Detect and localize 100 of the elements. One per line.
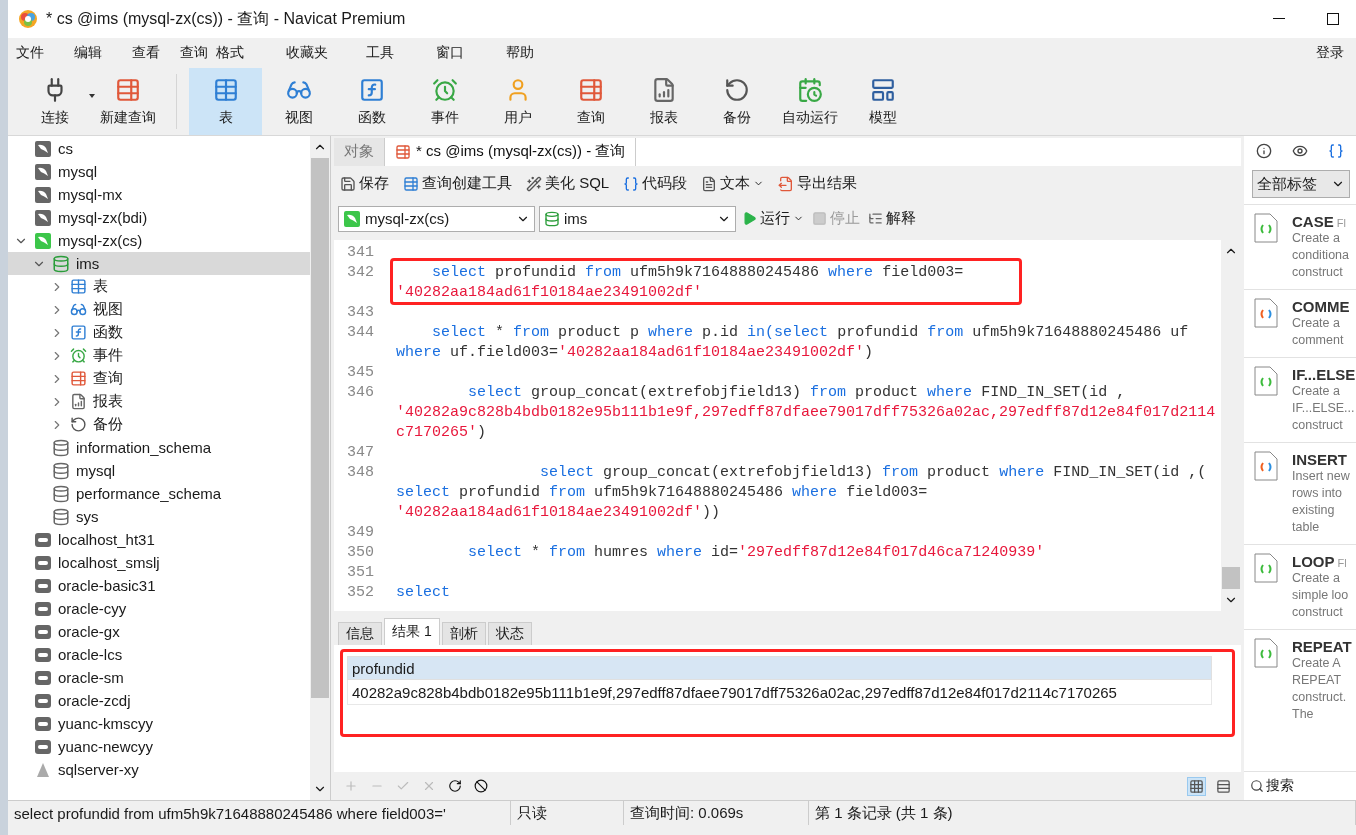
scroll-thumb[interactable] <box>1222 567 1240 590</box>
menu-item[interactable]: 文件 <box>16 44 44 62</box>
result-tab[interactable]: 状态 <box>487 622 532 646</box>
tree-item[interactable]: mysql-mx <box>8 183 310 206</box>
editor-toolbar-button[interactable]: 代码段 <box>621 172 690 196</box>
toolbar-button[interactable]: 事件 <box>408 68 481 135</box>
maximize-button[interactable] <box>1327 13 1339 25</box>
minimize-button[interactable] <box>1273 18 1285 20</box>
menu-item[interactable]: 帮助 <box>506 44 534 62</box>
result-tab[interactable]: 剖析 <box>441 622 486 646</box>
grid-action-button[interactable] <box>472 777 490 795</box>
snippet-item[interactable]: INSERT Insert new rows into existing table <box>1244 442 1356 544</box>
menu-item[interactable]: 查看 <box>132 44 160 62</box>
line-number: 346 <box>346 382 374 403</box>
tree-item[interactable]: oracle-zcdj <box>8 689 310 712</box>
menu-item[interactable]: 窗口 <box>436 44 464 62</box>
tree-item[interactable]: cs <box>8 137 310 160</box>
editor-toolbar-button[interactable]: 导出结果 <box>776 172 860 196</box>
tree-item[interactable]: 事件 <box>8 344 310 367</box>
toolbar-button[interactable]: 函数 <box>335 68 408 135</box>
run-control[interactable]: 运行 <box>740 207 806 231</box>
result-tab[interactable]: 信息 <box>338 622 382 646</box>
tree-item[interactable]: localhost_smslj <box>8 551 310 574</box>
tree-item[interactable]: oracle-basic31 <box>8 574 310 597</box>
database-connection-icon <box>343 209 361 228</box>
snippet-item[interactable]: IF...ELSE Create a IF...ELSE... construct <box>1244 357 1356 442</box>
tree-item[interactable]: mysql <box>8 459 310 482</box>
view-mode-button[interactable] <box>1187 776 1206 796</box>
tree-item[interactable]: sqlserver-xy <box>8 758 310 781</box>
query-icon <box>395 143 411 160</box>
line-number: 341 <box>346 242 374 263</box>
menu-item[interactable]: 编辑 <box>74 44 102 62</box>
result-tab[interactable]: 结果 1 <box>384 618 440 646</box>
snippet-tag: Fl <box>1337 557 1347 569</box>
toolbar-button[interactable]: 查询 <box>554 68 627 135</box>
snippet-item[interactable]: LOOP Fl Create a simple loo construct <box>1244 544 1356 629</box>
editor-toolbar-button[interactable]: 保存 <box>338 172 391 196</box>
tree-item[interactable]: ims <box>8 252 310 275</box>
tree-item[interactable]: mysql-zx(cs) <box>8 229 310 252</box>
toolbar-button[interactable]: 模型 <box>846 68 919 135</box>
snippet-item[interactable]: CASE Fl Create a conditiona construct <box>1244 204 1356 289</box>
table-cell: 40282a9c828b4bdb0182e95b111b1e9f,297edff87dfaee79017dff75326a02ac,297edff87d12e84f017d2114c7170265 <box>347 680 1212 706</box>
table-icon <box>212 76 239 103</box>
line-number: 350 <box>346 542 374 563</box>
toolbar-button[interactable]: 表 <box>189 68 262 135</box>
toolbar-button[interactable]: 用户 <box>481 68 554 135</box>
menu-item[interactable]: 格式 <box>216 44 244 62</box>
code-line: where uf.field003='40282aa184ad61f10184ae23491002df') <box>396 342 875 363</box>
tag-filter-select[interactable]: 全部标签 <box>1252 170 1350 198</box>
tree-item[interactable]: 查询 <box>8 367 310 390</box>
scrollbar[interactable] <box>310 136 330 800</box>
editor-toolbar-button[interactable]: 文本 <box>699 172 767 196</box>
toolbar-button[interactable]: 新建查询 <box>91 68 164 135</box>
tree-item[interactable]: yuanc-newcyy <box>8 735 310 758</box>
tree-item[interactable]: sys <box>8 505 310 528</box>
menu-item[interactable]: 查询 <box>180 44 208 62</box>
connection-select[interactable]: mysql-zx(cs) <box>338 205 535 232</box>
menu-item[interactable]: 工具 <box>366 44 394 62</box>
snippet-description: rows into <box>1292 485 1344 502</box>
login-link[interactable]: 登录 <box>1316 44 1344 62</box>
panel-tab[interactable] <box>1254 141 1274 161</box>
tree-item[interactable]: oracle-sm <box>8 666 310 689</box>
snippet-description: Create a <box>1292 383 1341 400</box>
snippet-item[interactable]: COMME Create a comment <box>1244 289 1356 357</box>
toolbar-button[interactable]: 自动运行 <box>773 68 846 135</box>
toolbar-button[interactable]: 报表 <box>627 68 700 135</box>
tree-item[interactable]: mysql-zx(bdi) <box>8 206 310 229</box>
snippet-description: existing <box>1292 502 1336 519</box>
query-icon <box>70 370 87 387</box>
editor-tab[interactable]: * cs @ims (mysql-zx(cs)) - 查询 <box>385 137 637 166</box>
tree-item[interactable]: 视图 <box>8 298 310 321</box>
snippet-item[interactable]: REPEAT Create A REPEAT construct. The <box>1244 629 1356 731</box>
snippet-description: conditiona <box>1292 247 1349 264</box>
tree-item[interactable]: 报表 <box>8 390 310 413</box>
tree-item[interactable]: localhost_ht31 <box>8 528 310 551</box>
toolbar-button[interactable]: 视图 <box>262 68 335 135</box>
stop-icon <box>812 211 827 227</box>
tree-item[interactable]: performance_schema <box>8 482 310 505</box>
tree-item[interactable]: information_schema <box>8 436 310 459</box>
tree-item[interactable]: mysql <box>8 160 310 183</box>
editor-toolbar-button[interactable]: 查询创建工具 <box>401 172 514 196</box>
tree-item[interactable]: 函数 <box>8 321 310 344</box>
tree-item[interactable]: 备份 <box>8 413 310 436</box>
editor-tab[interactable]: 对象 <box>334 137 385 166</box>
tree-item[interactable]: oracle-lcs <box>8 643 310 666</box>
scroll-thumb[interactable] <box>311 158 329 698</box>
tree-item[interactable]: oracle-cyy <box>8 597 310 620</box>
grid-action-button[interactable] <box>446 777 464 795</box>
editor-toolbar-button[interactable]: 美化 SQL <box>524 172 612 196</box>
column-header[interactable]: profundid <box>347 656 1212 681</box>
tree-item[interactable]: yuanc-kmscyy <box>8 712 310 735</box>
tree-item[interactable]: oracle-gx <box>8 620 310 643</box>
toolbar-button[interactable]: 备份 <box>700 68 773 135</box>
query-icon <box>577 76 604 103</box>
menu-item[interactable]: 收藏夹 <box>286 44 328 62</box>
run-control[interactable]: 解释 <box>866 207 918 231</box>
tree-item[interactable]: 表 <box>8 275 310 298</box>
snippet-file-icon <box>1254 638 1278 668</box>
database-select[interactable]: ims <box>539 205 736 232</box>
server-connection-icon <box>34 668 52 687</box>
